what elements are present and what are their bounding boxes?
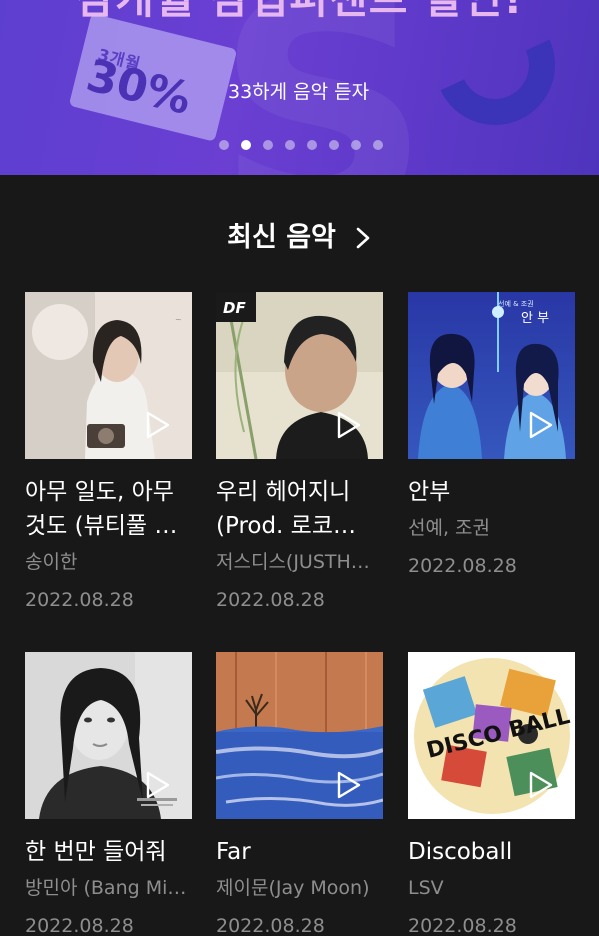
play-icon[interactable]	[336, 771, 362, 799]
album-artist[interactable]: 제이문(Jay Moon)	[216, 873, 384, 903]
album-title-line1: Far	[216, 839, 251, 865]
album-card[interactable]: DISCO BALL Discoball LSV 2022.08.28	[408, 652, 576, 936]
pagination-dot[interactable]	[285, 140, 295, 150]
pagination-dot-active[interactable]	[241, 140, 251, 150]
album-title[interactable]: 한 번만 들어줘	[25, 835, 193, 869]
banner-headline: 삼개월 삼십퍼센트 할인!	[0, 0, 599, 20]
album-cover[interactable]: DISCO BALL	[408, 652, 575, 819]
album-artist[interactable]: LSV	[408, 873, 576, 903]
banner-subline: 33하게 음악 듣자	[228, 81, 370, 103]
play-icon[interactable]	[528, 771, 554, 799]
album-title-line1: Discoball	[408, 839, 513, 865]
album-cover[interactable]	[216, 652, 383, 819]
album-date: 2022.08.28	[25, 589, 134, 611]
album-card[interactable]: 한 번만 들어줘 방민아 (Bang Mi… 2022.08.28	[25, 652, 193, 936]
album-date: 2022.08.28	[408, 555, 517, 577]
album-date: 2022.08.28	[216, 915, 325, 936]
play-icon[interactable]	[145, 771, 171, 799]
album-date: 2022.08.28	[25, 915, 134, 936]
album-artist[interactable]: 송이한	[25, 547, 193, 577]
album-cover[interactable]	[25, 652, 192, 819]
album-card[interactable]: ~ 아무 일도, 아무 것도 (뷰티풀 … 송이한 2022.08.28	[25, 292, 193, 615]
album-title-line2: 것도 (뷰티풀 …	[25, 513, 178, 539]
pagination-dot[interactable]	[351, 140, 361, 150]
pagination-dot[interactable]	[373, 140, 383, 150]
latest-music-header[interactable]: 최신 음악	[0, 222, 599, 254]
pagination-dot[interactable]	[219, 140, 229, 150]
album-artist[interactable]: 저스디스(JUSTH…	[216, 547, 384, 577]
pagination-dot[interactable]	[307, 140, 317, 150]
album-title-line1: 한 번만 들어줘	[25, 839, 167, 865]
cover-small-text: 선예 & 조권	[498, 299, 534, 308]
album-title[interactable]: 아무 일도, 아무 것도 (뷰티풀 …	[25, 475, 193, 543]
album-title-line1: 안부	[408, 479, 451, 505]
play-icon[interactable]	[145, 411, 171, 439]
album-title[interactable]: 안부	[408, 475, 576, 509]
album-title-line1: 우리 헤어지니	[216, 479, 351, 505]
album-cover[interactable]: DF	[216, 292, 383, 459]
album-cover[interactable]: ~	[25, 292, 192, 459]
play-icon[interactable]	[528, 411, 554, 439]
section-title: 최신 음악	[227, 222, 336, 253]
album-title[interactable]: Discoball	[408, 835, 576, 869]
play-icon[interactable]	[336, 411, 362, 439]
album-title[interactable]: 우리 헤어지니 (Prod. 로코…	[216, 475, 384, 543]
cover-title-text: 안 부	[521, 311, 549, 326]
album-artist[interactable]: 방민아 (Bang Mi…	[25, 873, 193, 903]
album-date: 2022.08.28	[216, 589, 325, 611]
pagination-dot[interactable]	[263, 140, 273, 150]
cover-badge: DF	[223, 299, 246, 317]
album-card[interactable]: DF 우리 헤어지니 (Prod. 로코… 저스디스(JUSTH… 2022.0…	[216, 292, 384, 615]
svg-text:~: ~	[175, 315, 182, 324]
banner-pagination	[219, 140, 383, 150]
chevron-right-icon[interactable]	[354, 227, 372, 249]
album-card[interactable]: Far 제이문(Jay Moon) 2022.08.28	[216, 652, 384, 936]
album-title-line2: (Prod. 로코…	[216, 513, 357, 539]
pagination-dot[interactable]	[329, 140, 339, 150]
album-date: 2022.08.28	[408, 915, 517, 936]
album-title[interactable]: Far	[216, 835, 384, 869]
album-artist[interactable]: 선예, 조권	[408, 513, 576, 543]
album-cover[interactable]: 선예 & 조권 안 부	[408, 292, 575, 459]
album-card[interactable]: 선예 & 조권 안 부 안부 선예, 조권 2022.08.28	[408, 292, 576, 581]
album-title-line1: 아무 일도, 아무	[25, 479, 174, 505]
music-app-screen: S 3개월 30% 삼개월 삼십퍼센트 할인! 33하게 음악 듣자 최신 음악	[0, 0, 599, 936]
promo-banner[interactable]: S 3개월 30% 삼개월 삼십퍼센트 할인! 33하게 음악 듣자	[0, 0, 599, 175]
